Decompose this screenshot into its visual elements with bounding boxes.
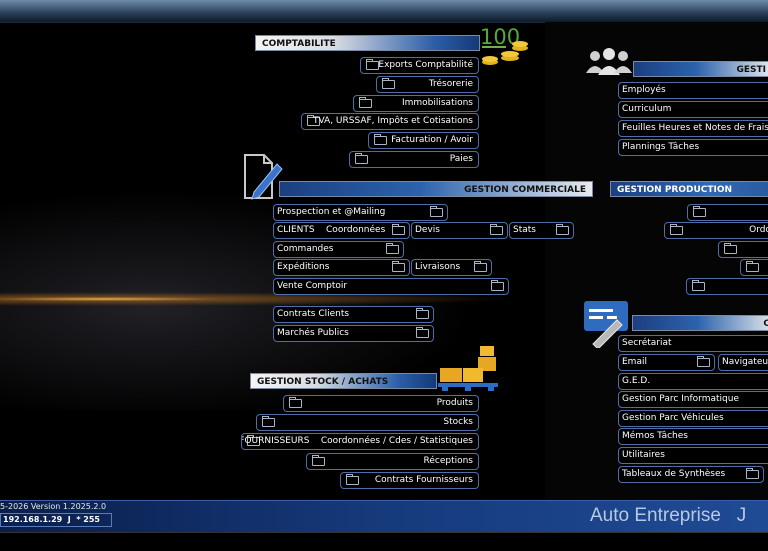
- folder-icon: [366, 59, 379, 70]
- section-header-comptabilite: COMPTABILITE: [255, 35, 480, 51]
- folder-icon: [697, 356, 710, 367]
- folder-icon: [386, 243, 399, 254]
- section-header-gestion-stock: GESTION STOCK / ACHATS: [250, 373, 437, 389]
- window-top-bar: [0, 0, 768, 23]
- folder-icon: [491, 280, 504, 291]
- folder-icon: [746, 261, 759, 272]
- gestion-parc-informatique-button[interactable]: Gestion Parc Informatique: [618, 391, 768, 408]
- folder-icon: [692, 280, 705, 291]
- folder-icon: [289, 397, 302, 408]
- contrats-fournisseurs-button[interactable]: Contrats Fournisseurs: [340, 472, 479, 489]
- version-label: 5-2026 Version 1.2025.2.0: [0, 502, 107, 511]
- production-button-5[interactable]: [686, 278, 768, 295]
- tresorerie-button[interactable]: Trésorerie: [376, 76, 479, 93]
- folder-icon: [382, 78, 395, 89]
- devis-button[interactable]: Devis: [411, 222, 508, 239]
- people-group-icon: [585, 47, 633, 83]
- paies-button[interactable]: Paies: [349, 151, 479, 168]
- folder-icon: [490, 224, 503, 235]
- stats-button[interactable]: Stats: [509, 222, 574, 239]
- section-header-gestion-commerciale: GESTION COMMERCIALE: [279, 181, 593, 197]
- folder-icon: [355, 153, 368, 164]
- folder-icon: [312, 455, 325, 466]
- folder-icon: [474, 261, 487, 272]
- expeditions-button[interactable]: Expéditions: [273, 259, 410, 276]
- utilitaires-button[interactable]: Utilitaires: [618, 447, 768, 464]
- produits-button[interactable]: Produits: [283, 395, 479, 412]
- contrats-clients-button[interactable]: Contrats Clients: [273, 306, 434, 323]
- money-coins-icon: 100: [480, 24, 530, 74]
- marches-publics-button[interactable]: Marchés Publics: [273, 325, 434, 342]
- tableaux-syntheses-button[interactable]: Tableaux de Synthèses: [618, 466, 764, 483]
- gestion-parc-vehicules-button[interactable]: Gestion Parc Véhicules: [618, 410, 768, 427]
- plannings-taches-button[interactable]: Plannings Tâches: [618, 139, 768, 156]
- ip-address-field: 192.168.1.29 J * 255: [0, 513, 112, 527]
- feuilles-heures-button[interactable]: Feuilles Heures et Notes de Frais: [618, 120, 768, 137]
- folder-icon: [556, 224, 569, 235]
- boxes-pallet-icon: [438, 346, 500, 396]
- folder-icon: [724, 243, 737, 254]
- clients-coordonnees-button[interactable]: CLIENTS Coordonnées: [273, 222, 410, 239]
- production-button-4[interactable]: [740, 259, 768, 276]
- production-button-3[interactable]: [718, 241, 768, 258]
- commandes-button[interactable]: Commandes: [273, 241, 404, 258]
- bottom-strip: [0, 532, 768, 551]
- folder-icon: [416, 327, 429, 338]
- facturation-avoir-button[interactable]: Facturation / Avoir: [368, 132, 479, 149]
- livraisons-button[interactable]: Livraisons: [411, 259, 492, 276]
- folder-icon: [346, 474, 359, 485]
- section-header-communication: C: [632, 315, 768, 331]
- folder-icon: [693, 206, 706, 217]
- section-header-gestion-production: GESTION PRODUCTION: [610, 181, 768, 197]
- folder-icon: [416, 308, 429, 319]
- exports-comptabilite-button[interactable]: Exports Comptabilité: [360, 57, 479, 74]
- memos-taches-button[interactable]: Mémos Tâches: [618, 428, 768, 445]
- folder-icon: [359, 97, 372, 108]
- document-pen-icon: [242, 152, 284, 204]
- employes-button[interactable]: Employés: [618, 82, 768, 99]
- fournisseurs-button[interactable]: FOURNISSEURS Coordonnées / Cdes / Statis…: [241, 433, 479, 450]
- folder-icon: [392, 261, 405, 272]
- stocks-button[interactable]: Stocks: [256, 414, 479, 431]
- folder-icon: [670, 224, 683, 235]
- receptions-button[interactable]: Réceptions: [306, 453, 479, 470]
- curriculum-button[interactable]: Curriculum: [618, 101, 768, 118]
- ordo-button[interactable]: Ordo: [664, 222, 768, 239]
- ged-button[interactable]: G.E.D.: [618, 373, 768, 390]
- folder-icon: [746, 468, 759, 479]
- production-button-1[interactable]: [687, 204, 768, 221]
- section-header-gestion-rh: GESTI: [633, 61, 768, 77]
- immobilisations-button[interactable]: Immobilisations: [353, 95, 479, 112]
- folder-icon: [262, 416, 275, 427]
- vente-comptoir-button[interactable]: Vente Comptoir: [273, 278, 509, 295]
- navigateur-button[interactable]: Navigateur: [718, 354, 768, 371]
- secretariat-button[interactable]: Secrétariat: [618, 335, 768, 352]
- folder-icon: [430, 206, 443, 217]
- folder-icon: [374, 134, 387, 145]
- prospection-mailing-button[interactable]: Prospection et @Mailing: [273, 204, 448, 221]
- folder-icon: [392, 224, 405, 235]
- email-button[interactable]: Email: [618, 354, 715, 371]
- tva-urssaf-button[interactable]: TVA, URSSAF, Impôts et Cotisations: [301, 113, 479, 130]
- brand-title: Auto Entreprise J: [590, 505, 747, 526]
